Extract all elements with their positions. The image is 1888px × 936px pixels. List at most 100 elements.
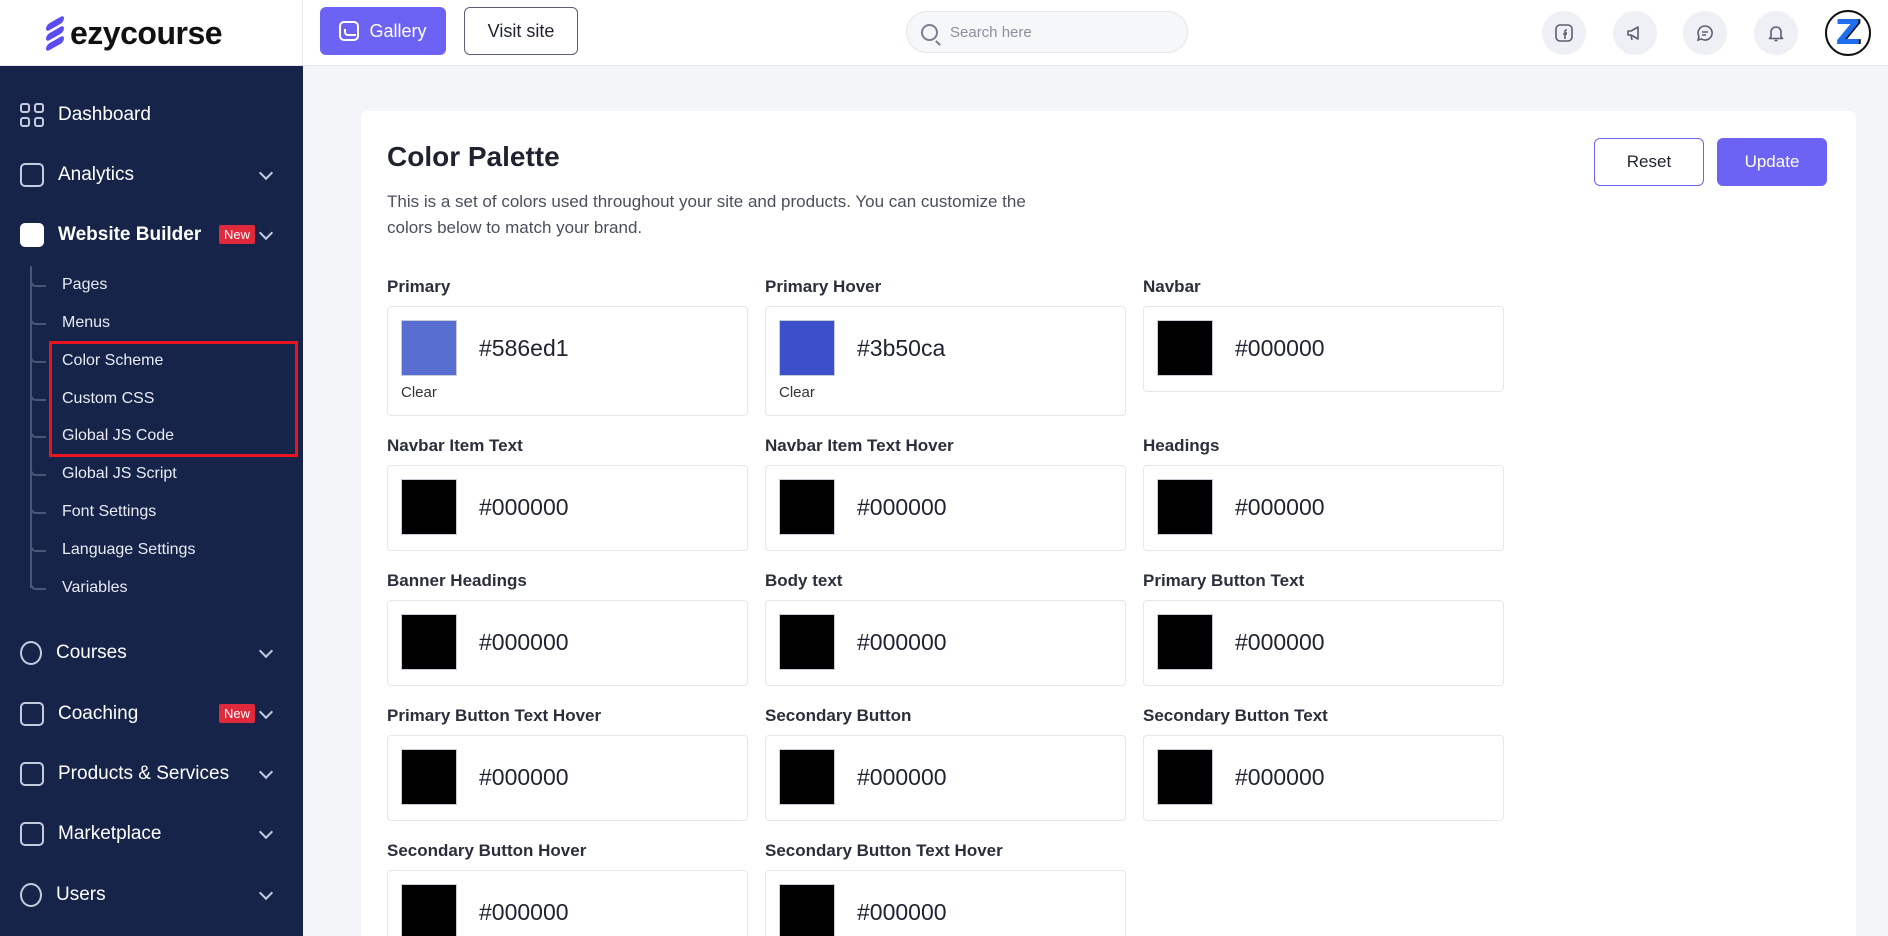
color-swatch[interactable] — [779, 614, 835, 670]
color-swatch[interactable] — [779, 479, 835, 535]
chevron-down-icon — [258, 704, 274, 720]
color-hex-input[interactable]: #3b50ca — [857, 335, 945, 362]
color-field-label: Secondary Button — [765, 706, 912, 725]
color-hex-input[interactable]: #586ed1 — [479, 335, 569, 362]
color-field: #000000 — [1143, 735, 1504, 821]
gallery-button-label: Gallery — [369, 20, 427, 41]
sidebar-subitem-global-js-script[interactable]: Global JS Script — [30, 456, 290, 492]
sidebar-subitem-pages[interactable]: Pages — [30, 267, 290, 303]
facebook-icon[interactable] — [1542, 11, 1586, 55]
new-badge: New — [218, 225, 255, 244]
color-swatch[interactable] — [1157, 320, 1213, 376]
color-field: #000000 — [1143, 600, 1504, 686]
color-field-label: Body text — [765, 571, 843, 590]
reset-button[interactable]: Reset — [1594, 138, 1704, 186]
sidebar-item-website-builder[interactable]: Website Builder New — [0, 210, 303, 260]
sidebar-item-coaching[interactable]: Coaching New — [0, 689, 303, 739]
color-swatch[interactable] — [779, 320, 835, 376]
sidebar-item-dashboard[interactable]: Dashboard — [0, 90, 303, 140]
color-hex-input[interactable]: #000000 — [479, 764, 569, 791]
color-swatch[interactable] — [779, 884, 835, 936]
color-swatch[interactable] — [401, 884, 457, 936]
sidebar-item-users[interactable]: Users — [0, 870, 303, 920]
sidebar-item-label: Courses — [56, 642, 127, 663]
sidebar-item-label: Analytics — [58, 164, 135, 185]
chevron-down-icon — [258, 885, 274, 901]
color-hex-input[interactable]: #000000 — [857, 899, 947, 926]
sidebar-item-courses[interactable]: Courses — [0, 628, 303, 678]
color-hex-input[interactable]: #000000 — [1235, 629, 1325, 656]
color-swatch[interactable] — [401, 479, 457, 535]
megaphone-icon[interactable] — [1613, 11, 1657, 55]
bell-icon[interactable] — [1754, 11, 1798, 55]
chevron-down-icon — [258, 643, 274, 659]
color-field-label: Navbar Item Text — [387, 436, 523, 455]
color-field: #000000 — [765, 600, 1126, 686]
color-field-label: Primary — [387, 277, 451, 296]
sidebar-item-analytics[interactable]: Analytics — [0, 150, 303, 200]
color-swatch[interactable] — [1157, 749, 1213, 805]
color-field-label: Primary Button Text Hover — [387, 706, 602, 725]
color-field: #000000 — [387, 735, 748, 821]
sidebar-item-marketplace[interactable]: Marketplace — [0, 809, 303, 859]
color-hex-input[interactable]: #000000 — [479, 899, 569, 926]
color-field: #000000 — [387, 870, 748, 936]
clear-link[interactable]: Clear — [401, 384, 437, 401]
courses-icon — [20, 641, 42, 665]
coaching-icon — [20, 702, 44, 726]
sidebar-subitem-variables[interactable]: Variables — [30, 570, 290, 606]
color-field: #3b50ca Clear — [765, 306, 1126, 416]
highlight-box — [49, 341, 298, 457]
search-input[interactable] — [950, 23, 1170, 41]
chevron-down-icon — [258, 764, 274, 780]
color-hex-input[interactable]: #000000 — [479, 629, 569, 656]
color-hex-input[interactable]: #000000 — [857, 629, 947, 656]
color-field-label: Primary Hover — [765, 277, 882, 296]
color-field: #000000 — [765, 735, 1126, 821]
update-button[interactable]: Update — [1717, 138, 1827, 186]
gallery-icon — [339, 21, 360, 41]
sidebar-item-label: Website Builder — [58, 224, 202, 245]
dashboard-icon — [20, 103, 44, 127]
chevron-down-icon — [258, 165, 274, 181]
sidebar-subitem-language-settings[interactable]: Language Settings — [30, 532, 290, 568]
color-swatch[interactable] — [401, 614, 457, 670]
search-bar[interactable] — [906, 11, 1188, 53]
color-field-label: Navbar — [1143, 277, 1201, 296]
clear-link[interactable]: Clear — [779, 384, 815, 401]
color-field: #000000 — [387, 600, 748, 686]
avatar[interactable]: Z — [1825, 10, 1871, 56]
color-field-label: Secondary Button Text — [1143, 706, 1328, 725]
top-bar: ezycourse Gallery Visit site Z — [0, 0, 1888, 66]
color-field-label: Headings — [1143, 436, 1220, 455]
color-hex-input[interactable]: #000000 — [479, 494, 569, 521]
color-field: #000000 — [765, 870, 1126, 936]
color-swatch[interactable] — [779, 749, 835, 805]
color-swatch[interactable] — [1157, 614, 1213, 670]
color-hex-input[interactable]: #000000 — [857, 494, 947, 521]
visit-site-button[interactable]: Visit site — [464, 7, 578, 55]
website-builder-icon — [20, 223, 44, 247]
chat-icon[interactable] — [1683, 11, 1727, 55]
color-field: #000000 — [1143, 465, 1504, 551]
color-field: #000000 — [765, 465, 1126, 551]
color-hex-input[interactable]: #000000 — [1235, 335, 1325, 362]
color-hex-input[interactable]: #000000 — [1235, 494, 1325, 521]
sidebar-item-products-services[interactable]: Products & Services — [0, 749, 303, 799]
sidebar-subitem-menus[interactable]: Menus — [30, 305, 290, 341]
store-icon — [20, 822, 44, 846]
color-hex-input[interactable]: #000000 — [1235, 764, 1325, 791]
gallery-button[interactable]: Gallery — [320, 7, 446, 55]
sidebar-subitem-font-settings[interactable]: Font Settings — [30, 494, 290, 530]
new-badge: New — [218, 704, 255, 723]
color-swatch[interactable] — [401, 320, 457, 376]
color-swatch[interactable] — [401, 749, 457, 805]
sidebar-item-label: Coaching — [58, 703, 139, 724]
color-swatch[interactable] — [1157, 479, 1213, 535]
logo-icon — [44, 14, 66, 53]
logo[interactable]: ezycourse — [0, 0, 303, 66]
color-hex-input[interactable]: #000000 — [857, 764, 947, 791]
analytics-icon — [20, 163, 44, 187]
color-field: #586ed1 Clear — [387, 306, 748, 416]
color-field: #000000 — [1143, 306, 1504, 392]
